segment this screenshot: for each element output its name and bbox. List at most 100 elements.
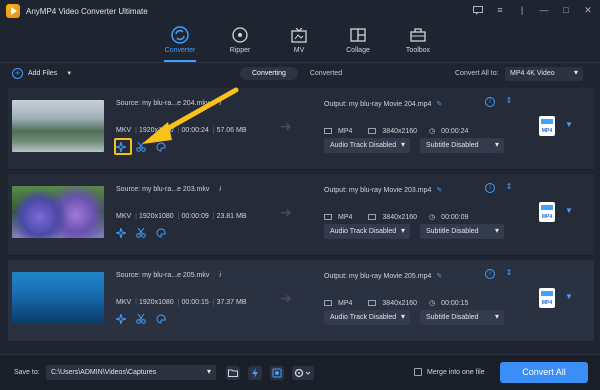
output-meta: MP4 3840x2160 ◷ 00:00:24 — [324, 127, 468, 135]
convert-all-to-label: Convert All to: — [455, 70, 499, 77]
effect-icon[interactable] — [116, 314, 126, 324]
feedback-icon[interactable] — [472, 4, 484, 16]
minimize-button[interactable]: — — [538, 4, 550, 16]
tab-label: Converter — [164, 47, 196, 54]
output-folder-select[interactable]: C:\Users\ADMIN\Videos\Captures — [46, 365, 216, 380]
info-circle-icon[interactable]: i — [485, 269, 495, 279]
pencil-icon[interactable]: ✎ — [436, 100, 442, 108]
title-bar: AnyMP4 Video Converter Ultimate ≡ | — □ … — [0, 0, 600, 22]
merge-checkbox[interactable] — [414, 368, 422, 376]
source-format: MKV — [116, 213, 132, 220]
output-format-badge[interactable]: MP4 — [539, 288, 555, 308]
chevron-down-icon[interactable]: ▼ — [565, 120, 573, 129]
convert-all-format-select[interactable]: MP4 4K Video — [505, 67, 583, 81]
tab-ripper[interactable]: Ripper — [210, 26, 270, 54]
source-resolution: 1920x1080 — [139, 213, 174, 220]
close-button[interactable]: ✕ — [582, 4, 594, 16]
scissors-icon[interactable] — [136, 228, 146, 238]
open-folder-icon[interactable] — [226, 366, 240, 380]
resolution-icon — [368, 128, 377, 134]
convert-all-button[interactable]: Convert All — [500, 362, 588, 383]
format-badge-label: MP4 — [541, 300, 553, 306]
main-nav: Converter Ripper MV Collage Toolbox — [0, 22, 600, 62]
app-logo-icon — [6, 4, 20, 18]
tab-label: Toolbox — [405, 47, 431, 54]
info-circle-icon[interactable]: i — [485, 97, 495, 107]
hardware-acceleration-icon[interactable] — [248, 366, 262, 380]
video-thumbnail[interactable] — [12, 186, 104, 238]
add-files-label: Add Files — [28, 70, 58, 77]
output-file: Output: my blu-ray Movie 205.mp4 ✎ — [324, 272, 442, 280]
palette-icon[interactable] — [156, 228, 166, 238]
move-icon[interactable]: ⇕ — [504, 269, 514, 279]
video-thumbnail[interactable] — [12, 100, 104, 152]
pencil-icon[interactable]: ✎ — [436, 272, 442, 280]
film-icon — [324, 128, 332, 134]
chevron-down-icon[interactable]: ▼ — [66, 71, 72, 77]
source-file: Source: my blu-ra...e 203.mkv i — [116, 186, 221, 193]
output-name: Output: my blu-ray Movie 203.mp4 — [324, 187, 432, 194]
save-to-label: Save to: — [14, 369, 40, 376]
output-meta: MP4 3840x2160 ◷ 00:00:09 — [324, 213, 468, 221]
tab-mv[interactable]: MV — [269, 26, 329, 54]
format-badge-band — [541, 291, 553, 296]
info-icon[interactable]: i — [219, 186, 221, 193]
pointer-arrow-annotation — [142, 87, 239, 144]
audio-track-select[interactable]: Audio Track Disabled — [324, 138, 410, 153]
output-format: MP4 — [338, 299, 353, 307]
tab-label: MV — [293, 47, 305, 54]
move-icon[interactable]: ⇕ — [504, 183, 514, 193]
gpu-icon[interactable] — [270, 366, 284, 380]
info-circle-icon[interactable]: i — [485, 183, 495, 193]
output-format: MP4 — [338, 127, 353, 135]
output-format-badge[interactable]: MP4 — [539, 116, 555, 136]
output-name: Output: my blu-ray Movie 204.mp4 — [324, 101, 432, 108]
format-badge-label: MP4 — [541, 214, 553, 220]
source-file: Source: my blu-ra...e 205.mkv i — [116, 272, 221, 279]
output-duration: 00:00:09 — [441, 213, 469, 221]
pencil-icon[interactable]: ✎ — [436, 186, 442, 194]
toolbox-icon — [409, 26, 427, 44]
output-format-badge[interactable]: MP4 — [539, 202, 555, 222]
effect-icon[interactable] — [116, 228, 126, 238]
merge-option[interactable]: Merge into one file — [414, 368, 485, 376]
output-file: Output: my blu-ray Movie 204.mp4 ✎ — [324, 100, 442, 108]
video-thumbnail[interactable] — [12, 272, 104, 324]
tab-converter[interactable]: Converter — [150, 26, 210, 62]
film-icon — [324, 214, 332, 220]
move-icon[interactable]: ⇕ — [504, 97, 514, 107]
tab-converting[interactable]: Converting — [240, 67, 298, 80]
source-resolution: 1920x1080 — [139, 299, 174, 306]
output-resolution: 3840x2160 — [382, 213, 418, 221]
chevron-down-icon[interactable]: ▼ — [565, 292, 573, 301]
info-icon[interactable]: i — [219, 272, 221, 279]
audio-track-select[interactable]: Audio Track Disabled — [324, 224, 410, 239]
separator: | — [520, 5, 524, 15]
menu-icon[interactable]: ≡ — [494, 4, 506, 16]
palette-icon[interactable] — [156, 314, 166, 324]
clock-icon: ◷ — [429, 300, 436, 307]
bottom-tools — [226, 366, 314, 380]
window-controls: ≡ | — □ ✕ — [472, 4, 594, 16]
tab-collage[interactable]: Collage — [328, 26, 388, 54]
arrow-right-icon: ➜ — [280, 290, 292, 306]
file-row[interactable]: Source: my blu-ra...e 205.mkv i MKV | 1920x1… — [8, 260, 594, 342]
audio-track-select[interactable]: Audio Track Disabled — [324, 310, 410, 325]
subtitle-select[interactable]: Subtitle Disabled — [420, 310, 504, 325]
source-size: 37.37 MB — [216, 299, 247, 306]
chevron-down-icon[interactable]: ▼ — [565, 206, 573, 215]
resolution-icon — [368, 300, 377, 306]
converter-icon — [171, 26, 189, 44]
scissors-icon[interactable] — [136, 314, 146, 324]
file-row[interactable]: Source: my blu-ra...e 204.mkv i MKV | 1920x1… — [8, 88, 594, 170]
maximize-button[interactable]: □ — [560, 4, 572, 16]
settings-gear-icon[interactable] — [292, 366, 314, 380]
subtitle-select[interactable]: Subtitle Disabled — [420, 224, 504, 239]
output-actions: i ⇕ — [485, 183, 514, 193]
toolbar: + Add Files ▼ Converting Converted Conve… — [0, 63, 600, 87]
add-files-button[interactable]: + Add Files ▼ — [12, 68, 72, 79]
subtitle-select[interactable]: Subtitle Disabled — [420, 138, 504, 153]
file-row[interactable]: Source: my blu-ra...e 203.mkv i MKV | 1920x1… — [8, 174, 594, 256]
tab-converted[interactable]: Converted — [298, 67, 354, 80]
tab-toolbox[interactable]: Toolbox — [388, 26, 448, 54]
